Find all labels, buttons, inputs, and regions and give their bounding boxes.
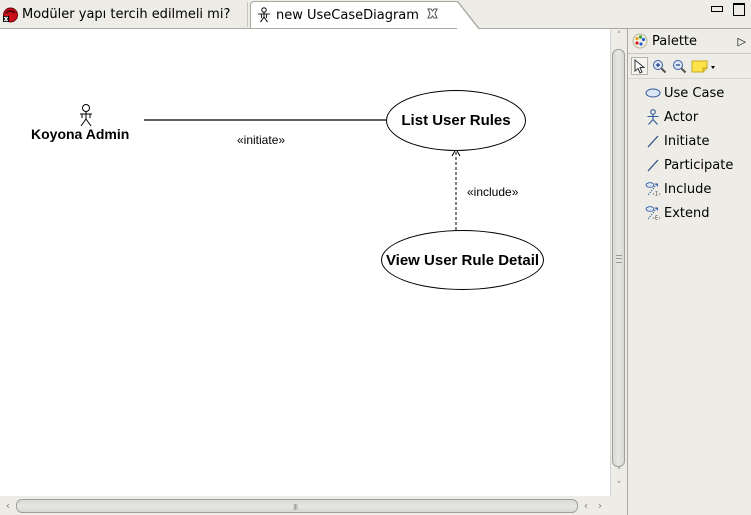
- grip-icon: [616, 255, 622, 263]
- tab-label: Modüler yapı tercih edilmeli mi?: [22, 7, 231, 22]
- zoom-out-tool[interactable]: [671, 57, 688, 75]
- palette-item-participate[interactable]: Participate: [628, 153, 751, 177]
- tab-new-usecasediagram[interactable]: new UseCaseDiagram: [250, 1, 479, 29]
- palette-item-label: Actor: [664, 109, 699, 125]
- palette-item-label: Participate: [664, 157, 734, 173]
- palette-item-label: Extend: [664, 205, 710, 221]
- horizontal-scroll-thumb[interactable]: III: [16, 499, 578, 513]
- bug-report-icon: [2, 7, 18, 23]
- palette-collapse-icon[interactable]: ▷: [738, 35, 746, 48]
- palette-item-initiate[interactable]: Initiate: [628, 129, 751, 153]
- include-icon: ‹I›: [645, 181, 661, 197]
- vertical-scrollbar[interactable]: ˄ ˄ ˅: [610, 29, 627, 496]
- horizontal-scrollbar[interactable]: ‹ III ‹ ›: [0, 496, 626, 515]
- note-tool[interactable]: [691, 57, 717, 75]
- diagram-canvas[interactable]: Koyona Admin «initiate» «include» List U…: [0, 29, 610, 496]
- use-case-list-user-rules[interactable]: List User Rules: [386, 90, 526, 151]
- pointer-icon: [634, 58, 645, 74]
- scroll-left-icon[interactable]: ‹: [0, 499, 16, 512]
- tab-moduler-yapi[interactable]: Modüler yapı tercih edilmeli mi?: [0, 2, 248, 27]
- tab-label: new UseCaseDiagram: [276, 7, 419, 23]
- editor-tab-bar: Modüler yapı tercih edilmeli mi? new Use…: [0, 0, 751, 29]
- actor-icon: [256, 7, 272, 23]
- palette-items: Use Case Actor Initiate Participate ‹I› …: [628, 79, 751, 225]
- include-label: «include»: [467, 185, 519, 199]
- line-icon: [645, 133, 661, 149]
- minimize-icon[interactable]: [711, 6, 723, 12]
- palette-item-label: Include: [664, 181, 712, 197]
- palette-header[interactable]: Palette ▷: [628, 29, 751, 54]
- maximize-icon[interactable]: [733, 3, 745, 16]
- use-case-icon: [645, 85, 661, 101]
- initiate-label: «initiate»: [237, 133, 286, 147]
- palette-item-label: Use Case: [664, 85, 725, 101]
- palette-item-use-case[interactable]: Use Case: [628, 81, 751, 105]
- zoom-out-icon: [673, 59, 687, 73]
- palette-item-actor[interactable]: Actor: [628, 105, 751, 129]
- palette-item-label: Initiate: [664, 133, 710, 149]
- svg-text:‹E›: ‹E›: [652, 216, 661, 222]
- zoom-in-icon: [653, 59, 667, 73]
- scroll-right-icon[interactable]: ›: [592, 499, 608, 512]
- use-case-label: List User Rules: [401, 112, 511, 129]
- actor-figure[interactable]: [80, 104, 92, 127]
- use-case-label: View User Rule Detail: [385, 251, 540, 269]
- line-icon: [645, 157, 661, 173]
- palette-item-include[interactable]: ‹I› Include: [628, 177, 751, 201]
- palette-toolbar: [628, 54, 751, 79]
- extend-icon: ‹E›: [645, 205, 661, 221]
- palette-panel: Palette ▷ Use Case Actor Initiate Partic…: [627, 29, 751, 515]
- svg-text:‹I›: ‹I›: [652, 192, 661, 198]
- palette-item-extend[interactable]: ‹E› Extend: [628, 201, 751, 225]
- actor-label[interactable]: Koyona Admin: [31, 126, 129, 142]
- palette-title: Palette: [652, 33, 698, 49]
- close-icon[interactable]: [427, 8, 438, 22]
- use-case-view-user-rule-detail[interactable]: View User Rule Detail: [381, 230, 544, 290]
- actor-icon: [645, 109, 661, 125]
- scroll-down-icon[interactable]: ˅: [611, 481, 627, 491]
- scroll-up-icon[interactable]: ˄: [611, 467, 627, 477]
- palette-icon: [632, 33, 648, 49]
- zoom-in-tool[interactable]: [651, 57, 668, 75]
- scroll-up-top-icon[interactable]: ˄: [611, 31, 627, 41]
- vertical-scroll-thumb[interactable]: [612, 49, 625, 467]
- note-icon: [691, 60, 715, 73]
- select-tool[interactable]: [631, 57, 648, 75]
- grip-icon: III: [293, 503, 298, 512]
